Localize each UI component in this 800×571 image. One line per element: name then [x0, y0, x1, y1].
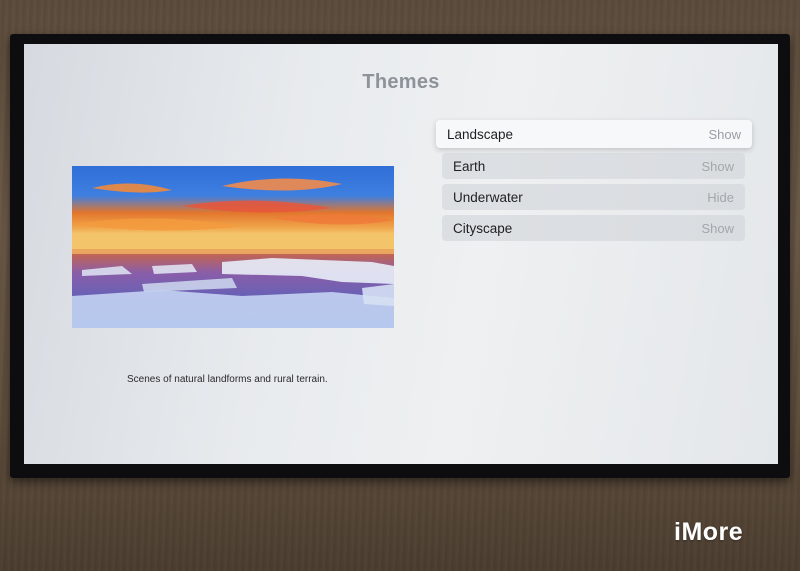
page-title: Themes [362, 71, 440, 93]
theme-item-earth[interactable]: Earth Show [442, 153, 745, 179]
theme-item-value: Show [701, 158, 734, 174]
theme-item-underwater[interactable]: Underwater Hide [442, 184, 745, 210]
theme-item-label: Landscape [447, 126, 514, 142]
theme-description: Scenes of natural landforms and rural te… [127, 374, 328, 385]
theme-item-label: Earth [453, 158, 486, 174]
theme-item-value: Hide [707, 189, 734, 205]
tv-screen: Themes Scenes of natural landforms and r… [24, 44, 778, 464]
theme-item-label: Underwater [453, 189, 523, 205]
theme-item-value: Show [701, 220, 734, 236]
theme-item-landscape[interactable]: Landscape Show [436, 120, 752, 148]
theme-item-label: Cityscape [453, 220, 513, 236]
imore-watermark: iMore [674, 518, 744, 546]
theme-item-value: Show [708, 126, 741, 142]
theme-item-cityscape[interactable]: Cityscape Show [442, 215, 745, 241]
theme-preview-image [72, 166, 394, 328]
